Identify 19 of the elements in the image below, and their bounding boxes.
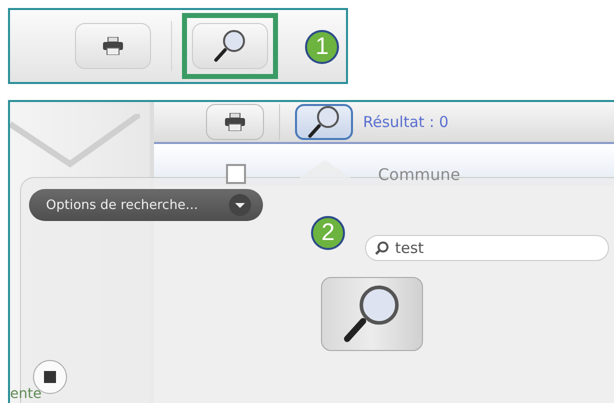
result-count: Résultat : 0 [363,113,449,131]
column-header: Commune [378,165,460,184]
printer-icon [103,37,123,55]
search-field[interactable]: test [365,235,609,261]
magnifier-icon [212,28,248,64]
print-button[interactable] [75,23,151,69]
print-button[interactable] [206,104,264,140]
header-checkbox[interactable] [226,164,246,184]
search-button[interactable] [192,23,268,69]
step-callout: 1 [305,30,339,64]
printer-icon [225,113,245,131]
search-options-dropdown[interactable]: Options de recherche... [29,189,263,221]
search-button[interactable] [321,277,423,351]
search-input[interactable]: test [393,238,597,258]
search-button[interactable] [295,104,353,140]
caret-icon [229,194,251,216]
magnifier-icon [306,104,342,140]
search-icon [375,241,389,255]
footer-text: ente [10,386,42,402]
